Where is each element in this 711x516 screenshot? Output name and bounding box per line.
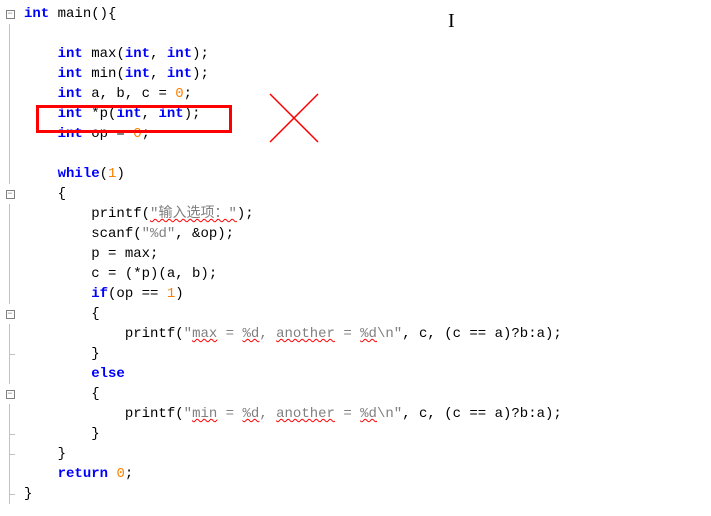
- fold-minus-icon[interactable]: −: [6, 310, 15, 319]
- code-line[interactable]: int *p(int, int);: [0, 104, 711, 124]
- code-line[interactable]: }: [0, 444, 711, 464]
- fold-gutter[interactable]: −: [0, 4, 20, 24]
- identifier: main: [49, 6, 91, 22]
- code-line[interactable]: int a, b, c = 0;: [0, 84, 711, 104]
- code-line[interactable]: while(1): [0, 164, 711, 184]
- code-line[interactable]: printf("max = %d, another = %d\n", c, (c…: [0, 324, 711, 344]
- code-line[interactable]: − {: [0, 184, 711, 204]
- code-line[interactable]: c = (*p)(a, b);: [0, 264, 711, 284]
- keyword: int: [58, 46, 83, 62]
- code-line[interactable]: scanf("%d", &op);: [0, 224, 711, 244]
- code-line[interactable]: }: [0, 484, 711, 504]
- fold-minus-icon[interactable]: −: [6, 190, 15, 199]
- fold-minus-icon[interactable]: −: [6, 390, 15, 399]
- code-editor[interactable]: − int main(){ int max(int, int); int min…: [0, 0, 711, 504]
- code-line[interactable]: else: [0, 364, 711, 384]
- code-line[interactable]: if(op == 1): [0, 284, 711, 304]
- string-literal: "输入选项：": [150, 206, 237, 222]
- code-line[interactable]: − {: [0, 304, 711, 324]
- code-line[interactable]: − {: [0, 384, 711, 404]
- code-line[interactable]: int max(int, int);: [0, 44, 711, 64]
- keyword: int: [24, 6, 49, 22]
- fold-gutter[interactable]: −: [0, 304, 20, 324]
- code-line[interactable]: p = max;: [0, 244, 711, 264]
- code-line[interactable]: }: [0, 424, 711, 444]
- code-line[interactable]: [0, 144, 711, 164]
- code-line[interactable]: int min(int, int);: [0, 64, 711, 84]
- code-line[interactable]: printf("输入选项：");: [0, 204, 711, 224]
- code-line[interactable]: printf("min = %d, another = %d\n", c, (c…: [0, 404, 711, 424]
- code-line[interactable]: }: [0, 344, 711, 364]
- code-line[interactable]: [0, 24, 711, 44]
- fold-gutter[interactable]: −: [0, 384, 20, 404]
- fold-minus-icon[interactable]: −: [6, 10, 15, 19]
- fold-gutter[interactable]: −: [0, 184, 20, 204]
- code-line[interactable]: − int main(){: [0, 4, 711, 24]
- code-line[interactable]: return 0;: [0, 464, 711, 484]
- code-line[interactable]: int op = 0;: [0, 124, 711, 144]
